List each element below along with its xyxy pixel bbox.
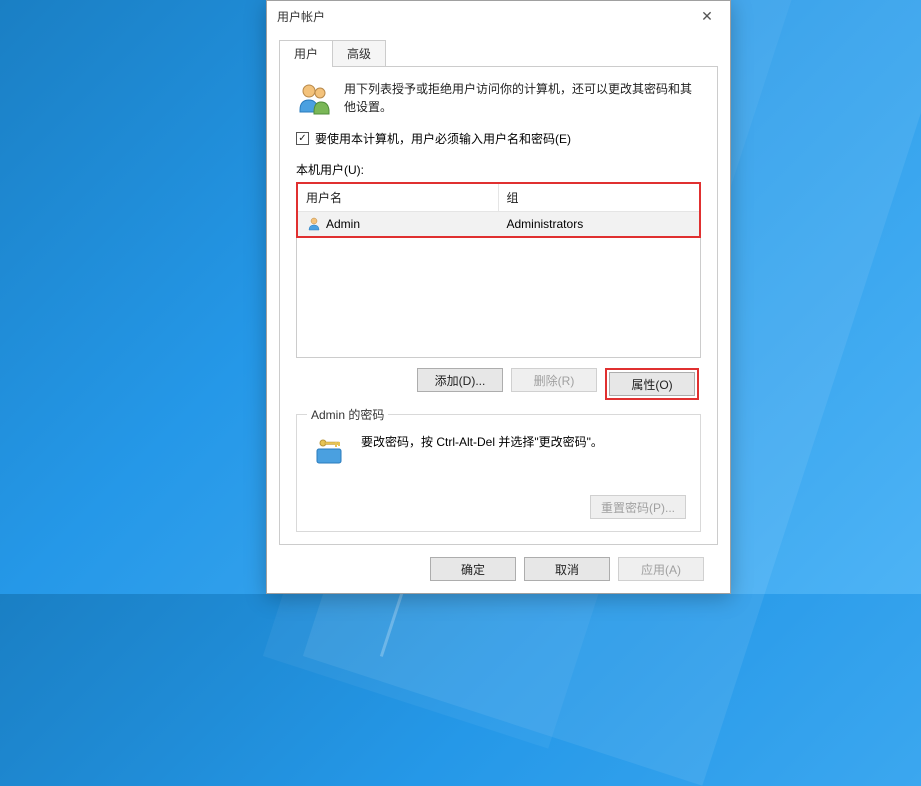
titlebar: 用户帐户 ✕ xyxy=(267,1,730,31)
tab-users[interactable]: 用户 xyxy=(279,40,333,66)
window-title: 用户帐户 xyxy=(277,8,325,25)
apply-button: 应用(A) xyxy=(618,557,704,581)
user-accounts-dialog: 用户帐户 ✕ 用户 高级 用下列表授予或拒绝用户访问你的计算机，还可以更改其密码… xyxy=(266,0,731,594)
require-login-checkbox[interactable]: ✓ 要使用本计算机，用户必须输入用户名和密码(E) xyxy=(296,130,701,147)
checkbox-label: 要使用本计算机，用户必须输入用户名和密码(E) xyxy=(315,130,571,147)
groupbox-title: Admin 的密码 xyxy=(307,406,388,423)
table-header: 用户名 组 xyxy=(298,184,699,212)
checkmark-icon: ✓ xyxy=(298,134,306,144)
key-icon xyxy=(311,433,347,467)
close-button[interactable]: ✕ xyxy=(684,1,730,31)
user-icon xyxy=(306,216,322,232)
properties-button[interactable]: 属性(O) xyxy=(609,372,695,396)
close-icon: ✕ xyxy=(701,8,713,25)
ok-button[interactable]: 确定 xyxy=(430,557,516,581)
tab-panel: 用下列表授予或拒绝用户访问你的计算机，还可以更改其密码和其他设置。 ✓ 要使用本… xyxy=(279,66,718,545)
password-groupbox: Admin 的密码 要改密码，按 Ctrl-Alt-Del 并选择"更改密码"。… xyxy=(296,414,701,532)
cell-username: Admin xyxy=(326,217,360,231)
cancel-button[interactable]: 取消 xyxy=(524,557,610,581)
add-button[interactable]: 添加(D)... xyxy=(417,368,503,392)
delete-button: 删除(R) xyxy=(511,368,597,392)
dialog-footer: 确定 取消 应用(A) xyxy=(279,545,718,593)
checkbox-box: ✓ xyxy=(296,132,309,145)
users-list-area[interactable] xyxy=(296,238,701,358)
users-icon xyxy=(296,80,332,116)
reset-password-button: 重置密码(P)... xyxy=(590,495,686,519)
column-username[interactable]: 用户名 xyxy=(298,184,499,211)
tab-advanced[interactable]: 高级 xyxy=(332,40,386,66)
table-body: Admin Administrators xyxy=(298,212,699,236)
table-row[interactable]: Admin Administrators xyxy=(298,212,699,236)
properties-button-highlight: 属性(O) xyxy=(605,368,699,400)
tabstrip: 用户 高级 xyxy=(279,40,718,67)
users-list-label: 本机用户(U): xyxy=(296,161,701,178)
intro-text: 用下列表授予或拒绝用户访问你的计算机，还可以更改其密码和其他设置。 xyxy=(344,80,701,116)
password-hint: 要改密码，按 Ctrl-Alt-Del 并选择"更改密码"。 xyxy=(361,433,603,450)
users-table-highlight: 用户名 组 Admin Administrators xyxy=(296,182,701,238)
column-group[interactable]: 组 xyxy=(499,184,700,211)
cell-group: Administrators xyxy=(507,217,584,231)
